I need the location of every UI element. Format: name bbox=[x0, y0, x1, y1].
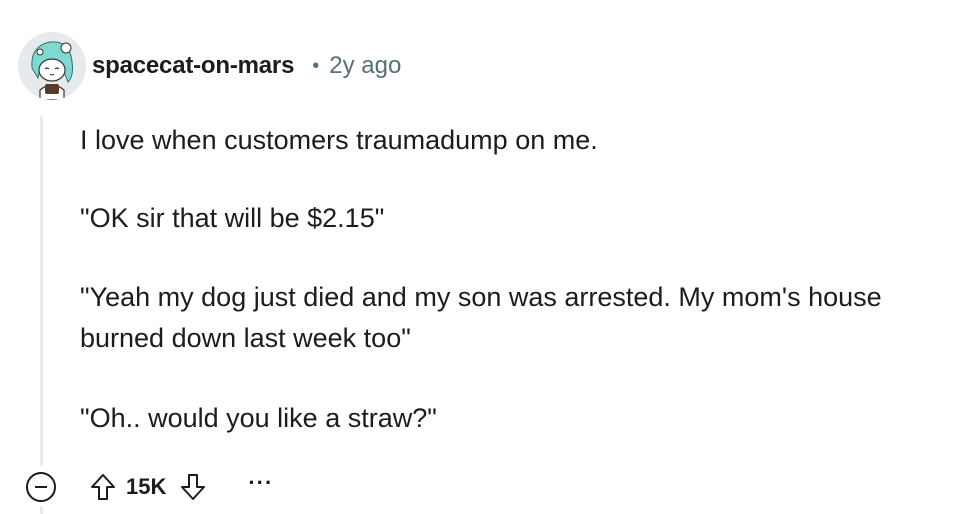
avatar-snoo-icon bbox=[18, 32, 86, 100]
vote-controls: 15K bbox=[90, 473, 206, 501]
comment-paragraph: "Oh.. would you like a straw?" bbox=[80, 403, 437, 433]
downvote-icon[interactable] bbox=[180, 473, 206, 501]
thread-line[interactable] bbox=[40, 116, 43, 466]
comment-actions: 15K ··· bbox=[26, 465, 273, 509]
comment-header: spacecat-on-mars • 2y ago bbox=[18, 28, 401, 104]
more-options-button[interactable]: ··· bbox=[248, 472, 273, 502]
upvote-icon[interactable] bbox=[90, 473, 116, 501]
comment-paragraph: "Yeah my dog just died and my son was ar… bbox=[80, 282, 882, 353]
collapse-thread-button[interactable] bbox=[26, 472, 56, 502]
comment-paragraph: "OK sir that will be $2.15" bbox=[80, 203, 385, 233]
author-username[interactable]: spacecat-on-mars bbox=[92, 52, 294, 80]
vote-score: 15K bbox=[126, 474, 167, 499]
avatar[interactable] bbox=[18, 32, 86, 100]
minus-circle-icon bbox=[35, 486, 47, 488]
meta-separator: • bbox=[312, 54, 320, 77]
comment-paragraph: I love when customers traumadump on me. bbox=[80, 125, 598, 155]
comment-timestamp[interactable]: 2y ago bbox=[329, 52, 401, 80]
